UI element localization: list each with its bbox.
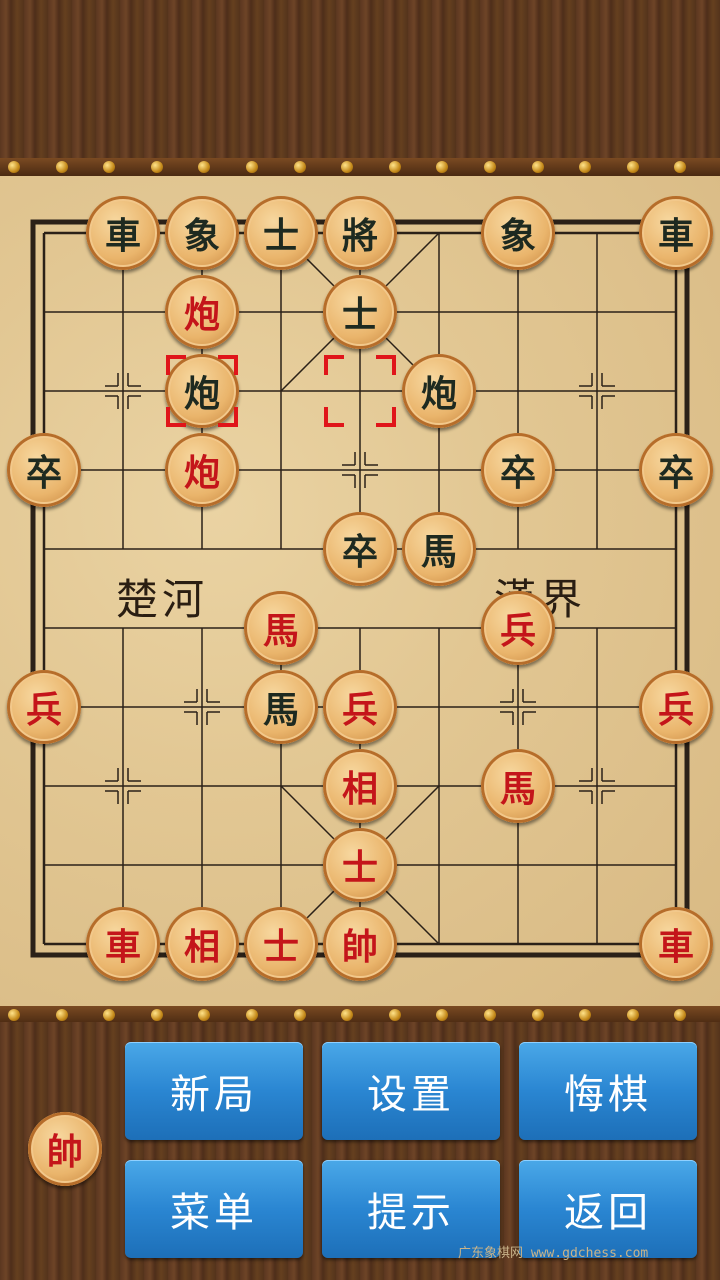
rail-stud — [103, 1009, 116, 1021]
rail-stud — [674, 1009, 687, 1021]
rail-stud — [293, 1009, 306, 1021]
rail-stud — [436, 1009, 449, 1021]
top-wood-panel — [0, 0, 720, 158]
black-elephant-piece[interactable]: 象 — [481, 196, 555, 270]
black-chariot-piece[interactable]: 車 — [639, 196, 713, 270]
rail-stud — [198, 161, 211, 173]
red-horse-piece[interactable]: 馬 — [481, 749, 555, 823]
rail-stud — [674, 161, 687, 173]
red-soldier-piece[interactable]: 兵 — [7, 670, 81, 744]
rail-stud — [150, 161, 163, 173]
rail-stud — [8, 1009, 20, 1021]
rail-stud — [150, 1009, 163, 1021]
rail-stud — [626, 1009, 639, 1021]
rail-stud — [484, 1009, 496, 1021]
red-horse-piece[interactable]: 馬 — [244, 591, 318, 665]
top-rail — [0, 158, 720, 176]
red-advisor-piece[interactable]: 士 — [323, 828, 397, 902]
rail-stud — [293, 161, 306, 173]
black-soldier-piece[interactable]: 卒 — [481, 433, 555, 507]
red-general-piece[interactable]: 帥 — [323, 907, 397, 981]
rail-stud — [579, 1009, 592, 1021]
rail-stud — [531, 1009, 544, 1021]
rail-stud — [626, 161, 639, 173]
watermark-text: 广东象棋网 www.gdchess.com — [458, 1246, 649, 1261]
rail-stud — [388, 1009, 401, 1021]
black-advisor-piece[interactable]: 士 — [323, 275, 397, 349]
rail-stud — [55, 1009, 68, 1021]
rail-stud — [388, 161, 401, 173]
red-elephant-piece[interactable]: 相 — [323, 749, 397, 823]
undo-button[interactable]: 悔棋 — [519, 1042, 697, 1140]
turn-indicator-piece: 帥 — [28, 1112, 102, 1186]
black-chariot-piece[interactable]: 車 — [86, 196, 160, 270]
rail-stud — [436, 161, 449, 173]
red-soldier-piece[interactable]: 兵 — [481, 591, 555, 665]
rail-stud — [246, 1009, 258, 1021]
red-cannon-piece[interactable]: 炮 — [165, 275, 239, 349]
red-chariot-piece[interactable]: 車 — [639, 907, 713, 981]
new-game-button[interactable]: 新局 — [125, 1042, 303, 1140]
black-general-piece[interactable]: 將 — [323, 196, 397, 270]
black-soldier-piece[interactable]: 卒 — [323, 512, 397, 586]
red-soldier-piece[interactable]: 兵 — [639, 670, 713, 744]
black-horse-piece[interactable]: 馬 — [402, 512, 476, 586]
black-advisor-piece[interactable]: 士 — [244, 196, 318, 270]
rail-stud — [198, 1009, 211, 1021]
river-label-left: 楚河 — [116, 575, 209, 624]
red-advisor-piece[interactable]: 士 — [244, 907, 318, 981]
last-move-marker — [324, 355, 396, 427]
red-cannon-piece[interactable]: 炮 — [165, 433, 239, 507]
rail-stud — [531, 161, 544, 173]
black-horse-piece[interactable]: 馬 — [244, 670, 318, 744]
chess-board[interactable]: 楚河 漢界 車象士將象車炮士炮炮卒炮卒卒卒馬馬兵兵馬兵兵相馬士車相士帥車 — [0, 176, 720, 1006]
rail-stud — [103, 161, 116, 173]
black-cannon-piece[interactable]: 炮 — [402, 354, 476, 428]
last-move-marker — [166, 355, 238, 427]
rail-stud — [55, 161, 68, 173]
rail-stud — [8, 161, 20, 173]
red-chariot-piece[interactable]: 車 — [86, 907, 160, 981]
red-soldier-piece[interactable]: 兵 — [323, 670, 397, 744]
rail-stud — [579, 161, 592, 173]
menu-button[interactable]: 菜单 — [125, 1160, 303, 1258]
rail-stud — [246, 161, 258, 173]
settings-button[interactable]: 设置 — [322, 1042, 500, 1140]
rail-stud — [484, 161, 496, 173]
rail-stud — [341, 161, 354, 173]
rail-stud — [341, 1009, 354, 1021]
red-elephant-piece[interactable]: 相 — [165, 907, 239, 981]
black-elephant-piece[interactable]: 象 — [165, 196, 239, 270]
black-soldier-piece[interactable]: 卒 — [7, 433, 81, 507]
black-soldier-piece[interactable]: 卒 — [639, 433, 713, 507]
